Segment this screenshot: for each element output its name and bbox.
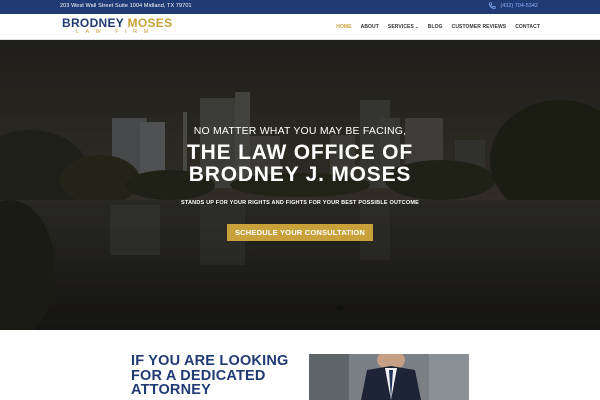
phone-number[interactable]: (432) 704-5342 xyxy=(500,3,538,9)
nav-contact[interactable]: CONTACT xyxy=(515,24,540,30)
site-header: BRODNEY MOSES LAW FIRM HOME ABOUT SERVIC… xyxy=(0,14,600,40)
nav-home[interactable]: HOME xyxy=(336,24,351,30)
intro-heading-line-2: FOR A DEDICATED xyxy=(131,367,266,384)
top-info-bar: 203 West Wall Street Suite 1004 Midland,… xyxy=(0,0,600,14)
hero-kicker: NO MATTER WHAT YOU MAY BE FACING, xyxy=(193,125,407,137)
phone-icon xyxy=(489,2,496,9)
logo-moses: MOSES xyxy=(127,16,173,30)
nav-customer-reviews[interactable]: CUSTOMER REVIEWS xyxy=(452,24,507,30)
hero-title-line-2: BRODNEY J. MOSES xyxy=(188,163,412,186)
nav-about[interactable]: ABOUT xyxy=(361,24,379,30)
logo-name: BRODNEY MOSES xyxy=(62,17,177,29)
nav-services-label: SERVICES xyxy=(387,24,414,30)
hero-title-line-1: THE LAW OFFICE OF xyxy=(187,141,413,164)
intro-heading-line-1: IF YOU ARE LOOKING xyxy=(131,353,289,369)
phone-link[interactable]: (432) 704-5342 xyxy=(488,2,538,10)
hero-section: NO MATTER WHAT YOU MAY BE FACING, THE LA… xyxy=(0,40,600,330)
main-nav: HOME ABOUT SERVICES⌄ BLOG CUSTOMER REVIE… xyxy=(336,24,540,30)
logo-brodney: BRODNEY xyxy=(62,16,124,30)
office-address: 203 West Wall Street Suite 1004 Midland,… xyxy=(60,3,192,9)
logo-law-firm: LAW FIRM xyxy=(76,29,155,35)
hero-title: THE LAW OFFICE OF BRODNEY J. MOSES xyxy=(0,142,600,186)
intro-heading: IF YOU ARE LOOKING FOR A DEDICATED ATTOR… xyxy=(131,354,301,398)
nav-blog[interactable]: BLOG xyxy=(428,24,443,30)
attorney-photo-image xyxy=(309,354,469,400)
attorney-photo xyxy=(309,354,469,400)
site-logo[interactable]: BRODNEY MOSES LAW FIRM xyxy=(62,17,177,36)
schedule-consultation-button[interactable]: SCHEDULE YOUR CONSULTATION xyxy=(227,224,373,241)
intro-section: IF YOU ARE LOOKING FOR A DEDICATED ATTOR… xyxy=(0,330,600,400)
nav-services[interactable]: SERVICES⌄ xyxy=(388,24,419,30)
chevron-down-icon: ⌄ xyxy=(414,24,419,29)
hero-subtitle: STANDS UP FOR YOUR RIGHTS AND FIGHTS FOR… xyxy=(180,200,419,206)
intro-heading-line-3: ATTORNEY xyxy=(131,382,212,398)
